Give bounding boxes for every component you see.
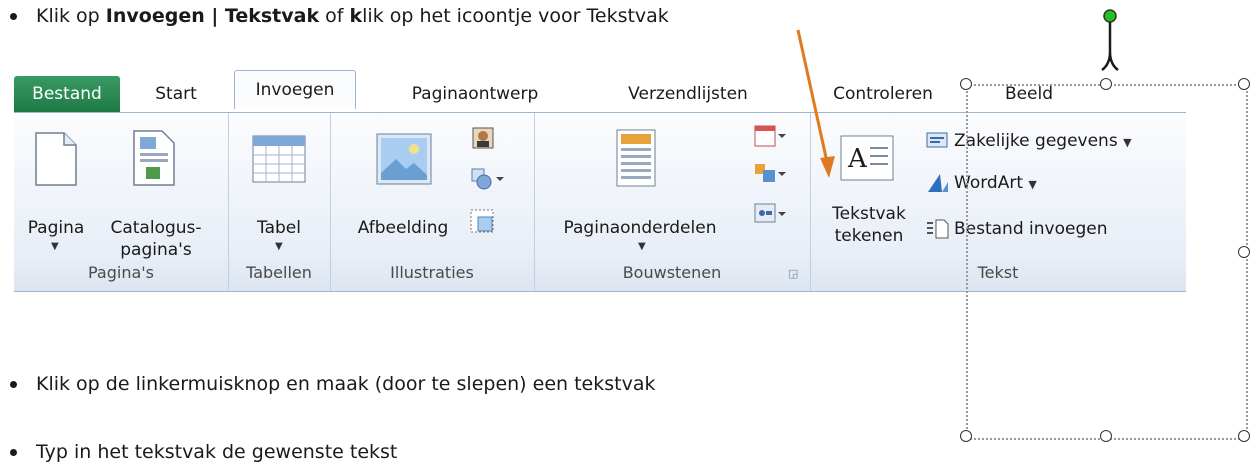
resize-handle[interactable]	[1238, 430, 1250, 442]
resize-handle[interactable]	[1238, 246, 1250, 258]
resize-handle[interactable]	[1238, 78, 1250, 90]
resize-handle[interactable]	[960, 430, 972, 442]
instruction-step-2: Klik op de linkermuisknop en maak (door …	[10, 372, 655, 396]
resize-handle[interactable]	[1100, 430, 1112, 442]
bullet-icon	[10, 381, 17, 388]
rotate-handle-icon[interactable]	[1100, 8, 1120, 80]
resize-handle[interactable]	[960, 78, 972, 90]
tab-invoegen[interactable]: Invoegen	[234, 70, 356, 109]
text-box-selection-frame[interactable]	[966, 84, 1248, 440]
instruction-step-3: Typ in het tekstvak de gewenste tekst	[10, 440, 397, 464]
resize-handle[interactable]	[1100, 78, 1112, 90]
